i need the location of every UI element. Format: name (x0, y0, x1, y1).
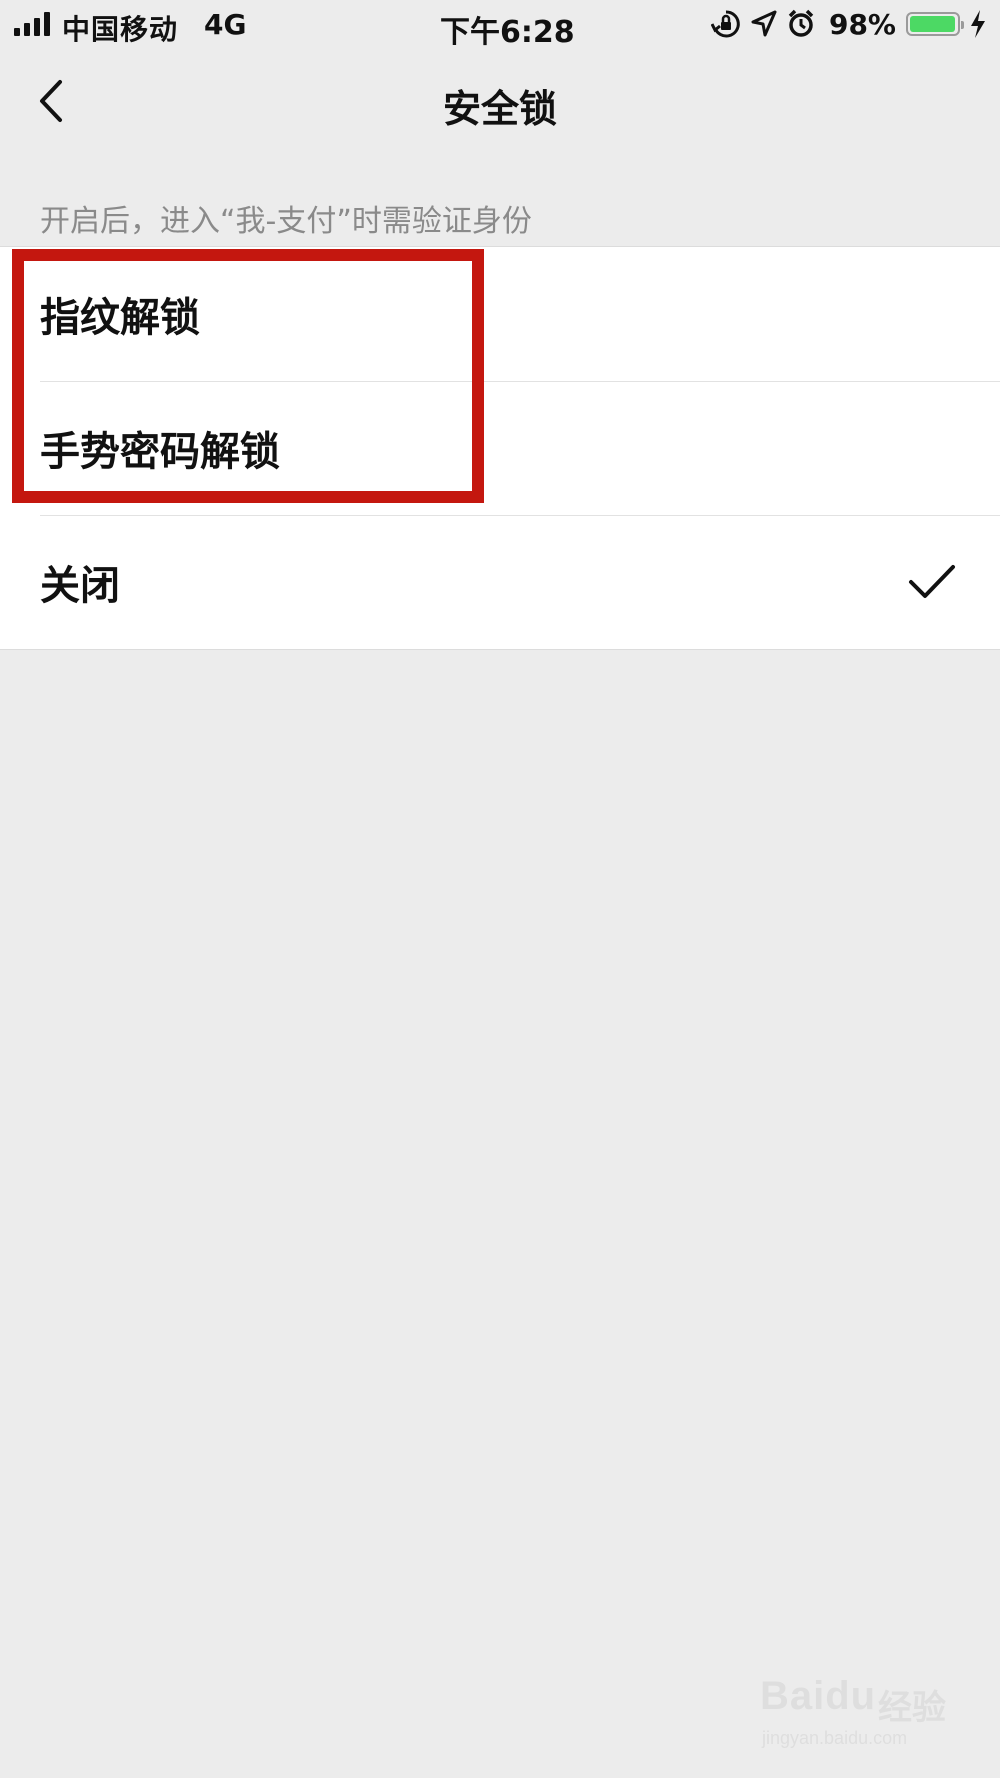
option-gesture-unlock[interactable]: 手势密码解锁 (0, 381, 1000, 515)
location-icon (751, 10, 777, 37)
battery-percent: 98% (828, 7, 896, 41)
alarm-icon (788, 9, 814, 37)
option-label: 手势密码解锁 (40, 429, 280, 475)
status-time: 下午6:28 (440, 15, 575, 50)
baidu-jingyan-watermark: Baidu 经验 jingyan.baidu.com (760, 1666, 960, 1756)
watermark-url: jingyan.baidu.com (762, 1728, 908, 1748)
network-type: 4G (204, 8, 247, 41)
checkmark-icon (909, 565, 955, 598)
status-indicators: 98% (710, 7, 986, 41)
watermark-brand-cn: 经验 (878, 1688, 946, 1728)
status-bar: 中国移动 4G 下午6:28 98% (0, 0, 1000, 50)
battery-cap (961, 21, 964, 29)
option-off[interactable]: 关闭 (0, 515, 1000, 649)
page-title: 安全锁 (442, 87, 557, 131)
battery-fill (910, 16, 956, 32)
battery-icon (906, 12, 964, 36)
charging-icon (971, 10, 985, 38)
carrier-name: 中国移动 (62, 13, 179, 46)
signal-icon (14, 12, 50, 36)
orientation-lock-icon (710, 10, 740, 38)
nav-bar: 安全锁 (0, 50, 1000, 154)
screen: 中国移动 4G 下午6:28 98% 安全锁 开启后，进入“我-支付”时需验证身… (0, 0, 1000, 1778)
lock-options-list: 指纹解锁 手势密码解锁 关闭 (0, 246, 1000, 650)
option-fingerprint-unlock[interactable]: 指纹解锁 (0, 247, 1000, 381)
option-label: 关闭 (40, 563, 120, 609)
option-label: 指纹解锁 (40, 295, 200, 341)
section-description: 开启后，进入“我-支付”时需验证身份 (40, 204, 532, 239)
watermark-brand: Baidu (760, 1674, 877, 1718)
